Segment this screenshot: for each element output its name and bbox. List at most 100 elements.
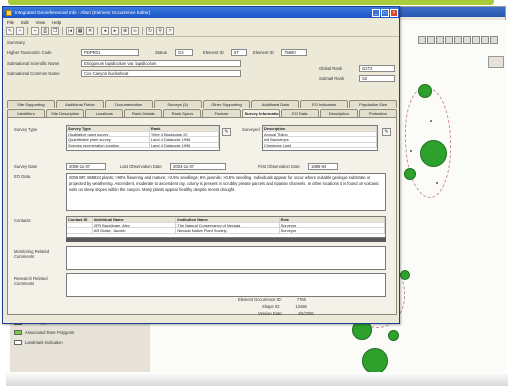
toolbar-separator: [142, 27, 143, 35]
tab-additional-fields[interactable]: Additional Fields: [55, 100, 104, 108]
last-observation-label: Last Observation Date: [120, 164, 162, 169]
tab-description[interactable]: Description: [319, 109, 358, 117]
subnational-rank-label: Subnatl Rank: [319, 76, 345, 81]
dialog-title-bar: Integrated Georeferenced Info - Alturi (…: [3, 7, 399, 18]
tab-additional-data[interactable]: Additional Data: [251, 100, 300, 108]
tab-eo-indicators[interactable]: EO Indicators: [300, 100, 349, 108]
map-tool-button[interactable]: [481, 36, 489, 44]
menu-file[interactable]: File: [7, 20, 14, 25]
status-label: Status: [155, 50, 167, 55]
tab-row-upper: Site Supporting Additional Fields Docume…: [7, 100, 397, 108]
tab-eo-data[interactable]: EO Data: [280, 109, 319, 117]
tab-survey-information[interactable]: Survey Information: [241, 109, 280, 117]
tab-site-supporting[interactable]: Site Supporting: [7, 100, 55, 108]
map-tool-button[interactable]: [436, 36, 444, 44]
map-tool-button[interactable]: [490, 36, 498, 44]
minimize-button[interactable]: _: [372, 8, 380, 17]
zoom-icon[interactable]: ⊕: [121, 27, 129, 35]
element-id-field-2[interactable]: 75880: [281, 49, 307, 56]
menu-view[interactable]: View: [36, 20, 45, 25]
status-label: Shape ID:: [262, 304, 281, 309]
contacts-grid[interactable]: Contact ID Individual Name Institution N…: [66, 216, 386, 238]
table-row[interactable]: AR Drake, Jacobb Nevada Native Plant Soc…: [67, 228, 385, 234]
grid-icon[interactable]: ▦: [76, 27, 84, 35]
menu-edit[interactable]: Edit: [21, 20, 29, 25]
table-row[interactable]: Species enumeration location Land 4 Data…: [67, 142, 219, 148]
map-tool-button[interactable]: [427, 36, 435, 44]
contact-id-cell: [67, 228, 93, 233]
delete-icon[interactable]: ✕: [86, 27, 94, 35]
tab-surveys[interactable]: Surveys (3): [153, 100, 202, 108]
refresh-icon[interactable]: ↻: [146, 27, 154, 35]
tab-site-description[interactable]: Site Description: [46, 109, 85, 117]
institution-cell: The Natural Conservancy of Nevada: [176, 222, 280, 227]
higher-taxonomic-field[interactable]: PDPR01: [81, 49, 139, 56]
tab-feature[interactable]: Feature: [202, 109, 241, 117]
map-tool-button[interactable]: [463, 36, 471, 44]
copy-icon[interactable]: ❐: [51, 27, 59, 35]
tab-rank-details[interactable]: Rank Details: [124, 109, 163, 117]
print-icon[interactable]: ⎙: [41, 27, 49, 35]
map-tool-button[interactable]: [454, 36, 462, 44]
tab-locations[interactable]: Locations: [85, 109, 124, 117]
survey-date-field[interactable]: 2006-11-07: [66, 163, 106, 170]
column-header: Description: [263, 126, 377, 131]
map-tool-button[interactable]: [472, 36, 480, 44]
global-rank-field[interactable]: G2T2: [359, 65, 395, 72]
save-icon[interactable]: ▪: [31, 27, 39, 35]
research-comments-field[interactable]: [66, 273, 386, 297]
close-button[interactable]: ×: [390, 8, 398, 17]
grid-scrollbar[interactable]: [66, 238, 386, 242]
forward-icon[interactable]: ▸: [111, 27, 119, 35]
role-cell: Surveyor: [280, 222, 385, 227]
tab-protection[interactable]: Protection: [358, 109, 397, 117]
photo-frame: ⏮ ◀ 1 ▶ ⏭ Rare Polygons Associated Rare …: [0, 0, 508, 386]
map-tool-button[interactable]: [445, 36, 453, 44]
status-field[interactable]: G3: [175, 49, 193, 56]
eo-data-text[interactable]: 2006 BR: 868824 plants; >90% flowering a…: [66, 173, 386, 211]
first-observation-field[interactable]: 1986-04: [308, 163, 338, 170]
scientific-name-field[interactable]: Eriogonum lapidicolum var. lapidicolum: [81, 60, 241, 67]
element-id-label: Element ID: [203, 50, 224, 55]
filter-icon[interactable]: ⚲: [156, 27, 164, 35]
map-tree-marker[interactable]: [362, 348, 388, 374]
map-point[interactable]: [436, 182, 438, 184]
table-row[interactable]: Christmas Light: [263, 142, 377, 148]
link-icon[interactable]: ∞: [131, 27, 139, 35]
column-header: Individual Name: [93, 217, 177, 222]
survey-type-cell: Species enumeration location: [67, 142, 150, 147]
tab-identifiers[interactable]: Identifiers: [7, 109, 46, 117]
map-tree-marker[interactable]: [420, 140, 447, 167]
tab-population-size[interactable]: Population Size: [349, 100, 397, 108]
survey-type-edit-button[interactable]: ✎: [222, 128, 231, 136]
subnational-rank-field[interactable]: S2: [359, 75, 395, 82]
map-tree-marker[interactable]: [418, 84, 432, 98]
map-point[interactable]: [410, 150, 412, 152]
survey-information-panel: Survey Type Survey Type Rank Qualitative…: [7, 117, 397, 315]
element-id-field[interactable]: 5T: [231, 49, 247, 56]
monitoring-comments-field[interactable]: [66, 246, 386, 270]
map-tool-button[interactable]: [418, 36, 426, 44]
pointer-icon[interactable]: ↖: [6, 27, 14, 35]
map-tree-marker[interactable]: [388, 330, 399, 341]
maximize-button[interactable]: □: [381, 8, 389, 17]
back-icon[interactable]: ◂: [101, 27, 109, 35]
map-legend: Rare Polygons Associated Rare Polygons L…: [14, 320, 144, 350]
map-tree-marker[interactable]: [404, 168, 416, 180]
map-side-control[interactable]: [488, 56, 504, 68]
survey-type-grid[interactable]: Survey Type Rank Qualitative plant surve…: [66, 125, 220, 151]
last-observation-field[interactable]: 2003-11-07: [170, 163, 226, 170]
tab-rank-specs[interactable]: Rank Specs: [163, 109, 202, 117]
help-icon[interactable]: ?: [166, 27, 174, 35]
surveyed-grid[interactable]: Description Annual Tiding Intl Backdrops…: [262, 125, 378, 151]
tab-other-supporting[interactable]: Other Supporting: [202, 100, 251, 108]
map-point[interactable]: [430, 120, 432, 122]
first-icon[interactable]: |◂: [66, 27, 74, 35]
new-record-icon[interactable]: +: [16, 27, 24, 35]
menu-help[interactable]: Help: [52, 20, 61, 25]
map-tree-marker[interactable]: [400, 270, 410, 280]
tab-documentation[interactable]: Documentation: [104, 100, 153, 108]
common-name-field[interactable]: Cox Canyon buckwheat: [81, 70, 241, 77]
dialog-toolbar: ↖ + ▪ ⎙ ❐ |◂ ▦ ✕ ◂ ▸ ⊕ ∞ ↻ ⚲ ?: [3, 26, 399, 37]
surveyed-edit-button[interactable]: ✎: [382, 128, 391, 136]
